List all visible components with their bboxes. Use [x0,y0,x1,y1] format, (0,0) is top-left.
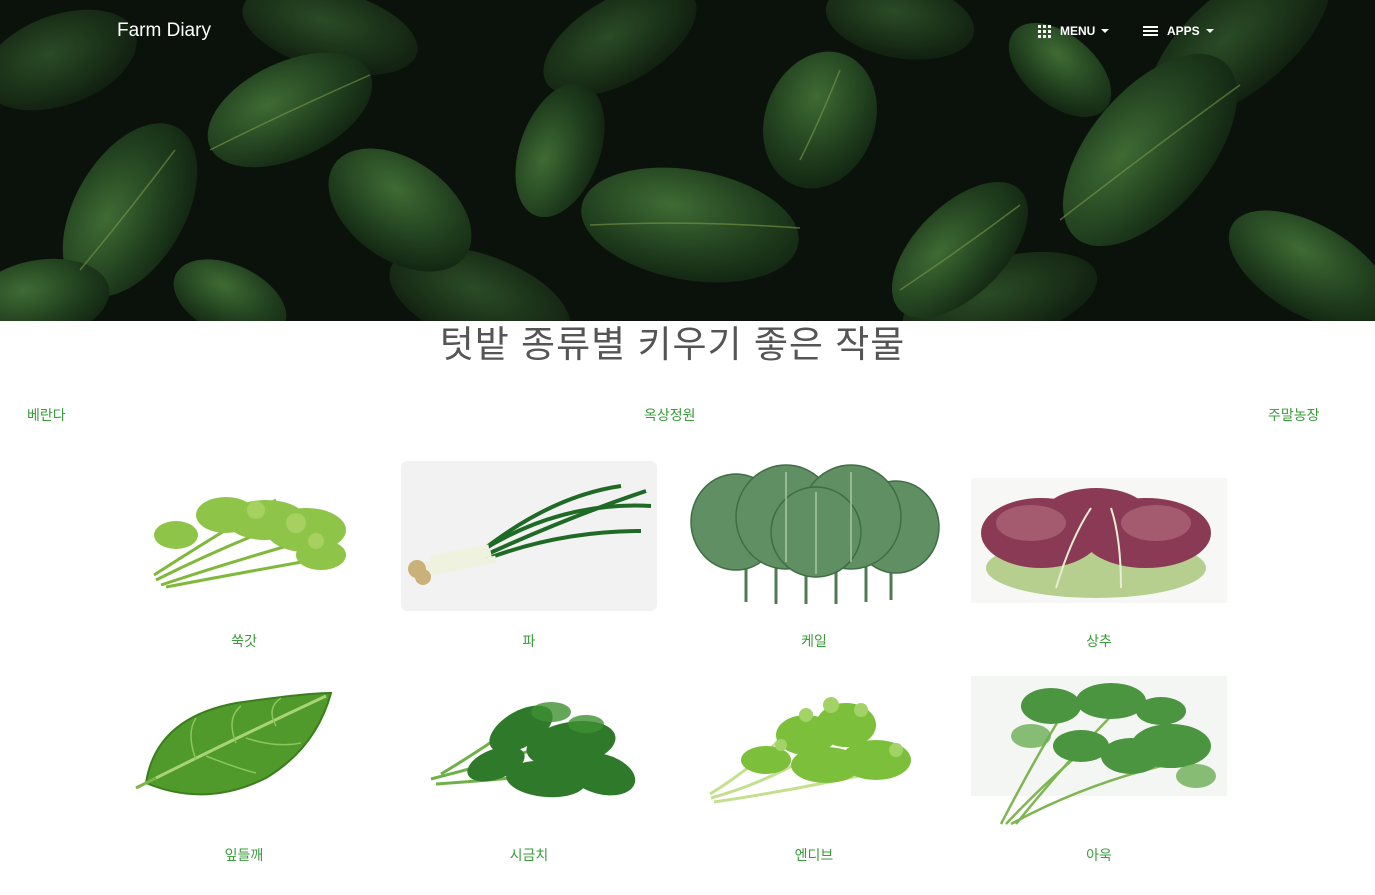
spinach-image [416,684,636,824]
endive-image [686,690,942,808]
tab-rooftop-garden[interactable]: 옥상정원 [644,407,696,423]
kale-image [686,462,942,607]
caret-down-icon [1101,29,1110,33]
lettuce-image [971,478,1227,603]
crop-label: 시금치 [509,847,549,863]
hero-leaves-image [0,0,1375,321]
crop-label: 쑥갓 [231,633,257,649]
perilla-leaf-image [116,688,372,808]
crop-label: 파 [522,633,536,649]
tab-weekend-farm[interactable]: 주말농장 [1268,407,1320,423]
crop-label: 엔디브 [794,847,834,863]
apps-label: APPS [1167,24,1200,38]
caret-down-icon [1205,29,1214,33]
crown-daisy-image [116,475,372,600]
grid-icon [1038,24,1051,38]
hero-banner: Farm Diary MENU APPS [0,0,1375,321]
crop-label: 아욱 [1086,847,1112,863]
menu-dropdown[interactable]: MENU [1038,22,1110,40]
page-title: 텃밭 종류별 키우기 좋은 작물 [439,324,906,365]
menu-label: MENU [1060,24,1096,38]
crop-label: 케일 [801,633,827,649]
list-icon [1143,26,1158,36]
crop-label: 상추 [1086,633,1112,649]
apps-dropdown[interactable]: APPS [1143,22,1214,40]
crop-label: 잎들깨 [224,847,264,863]
brand-logo[interactable]: Farm Diary [117,20,211,42]
tab-veranda[interactable]: 베란다 [27,407,66,423]
green-onion-image [401,461,657,611]
mallow-image [971,676,1227,825]
